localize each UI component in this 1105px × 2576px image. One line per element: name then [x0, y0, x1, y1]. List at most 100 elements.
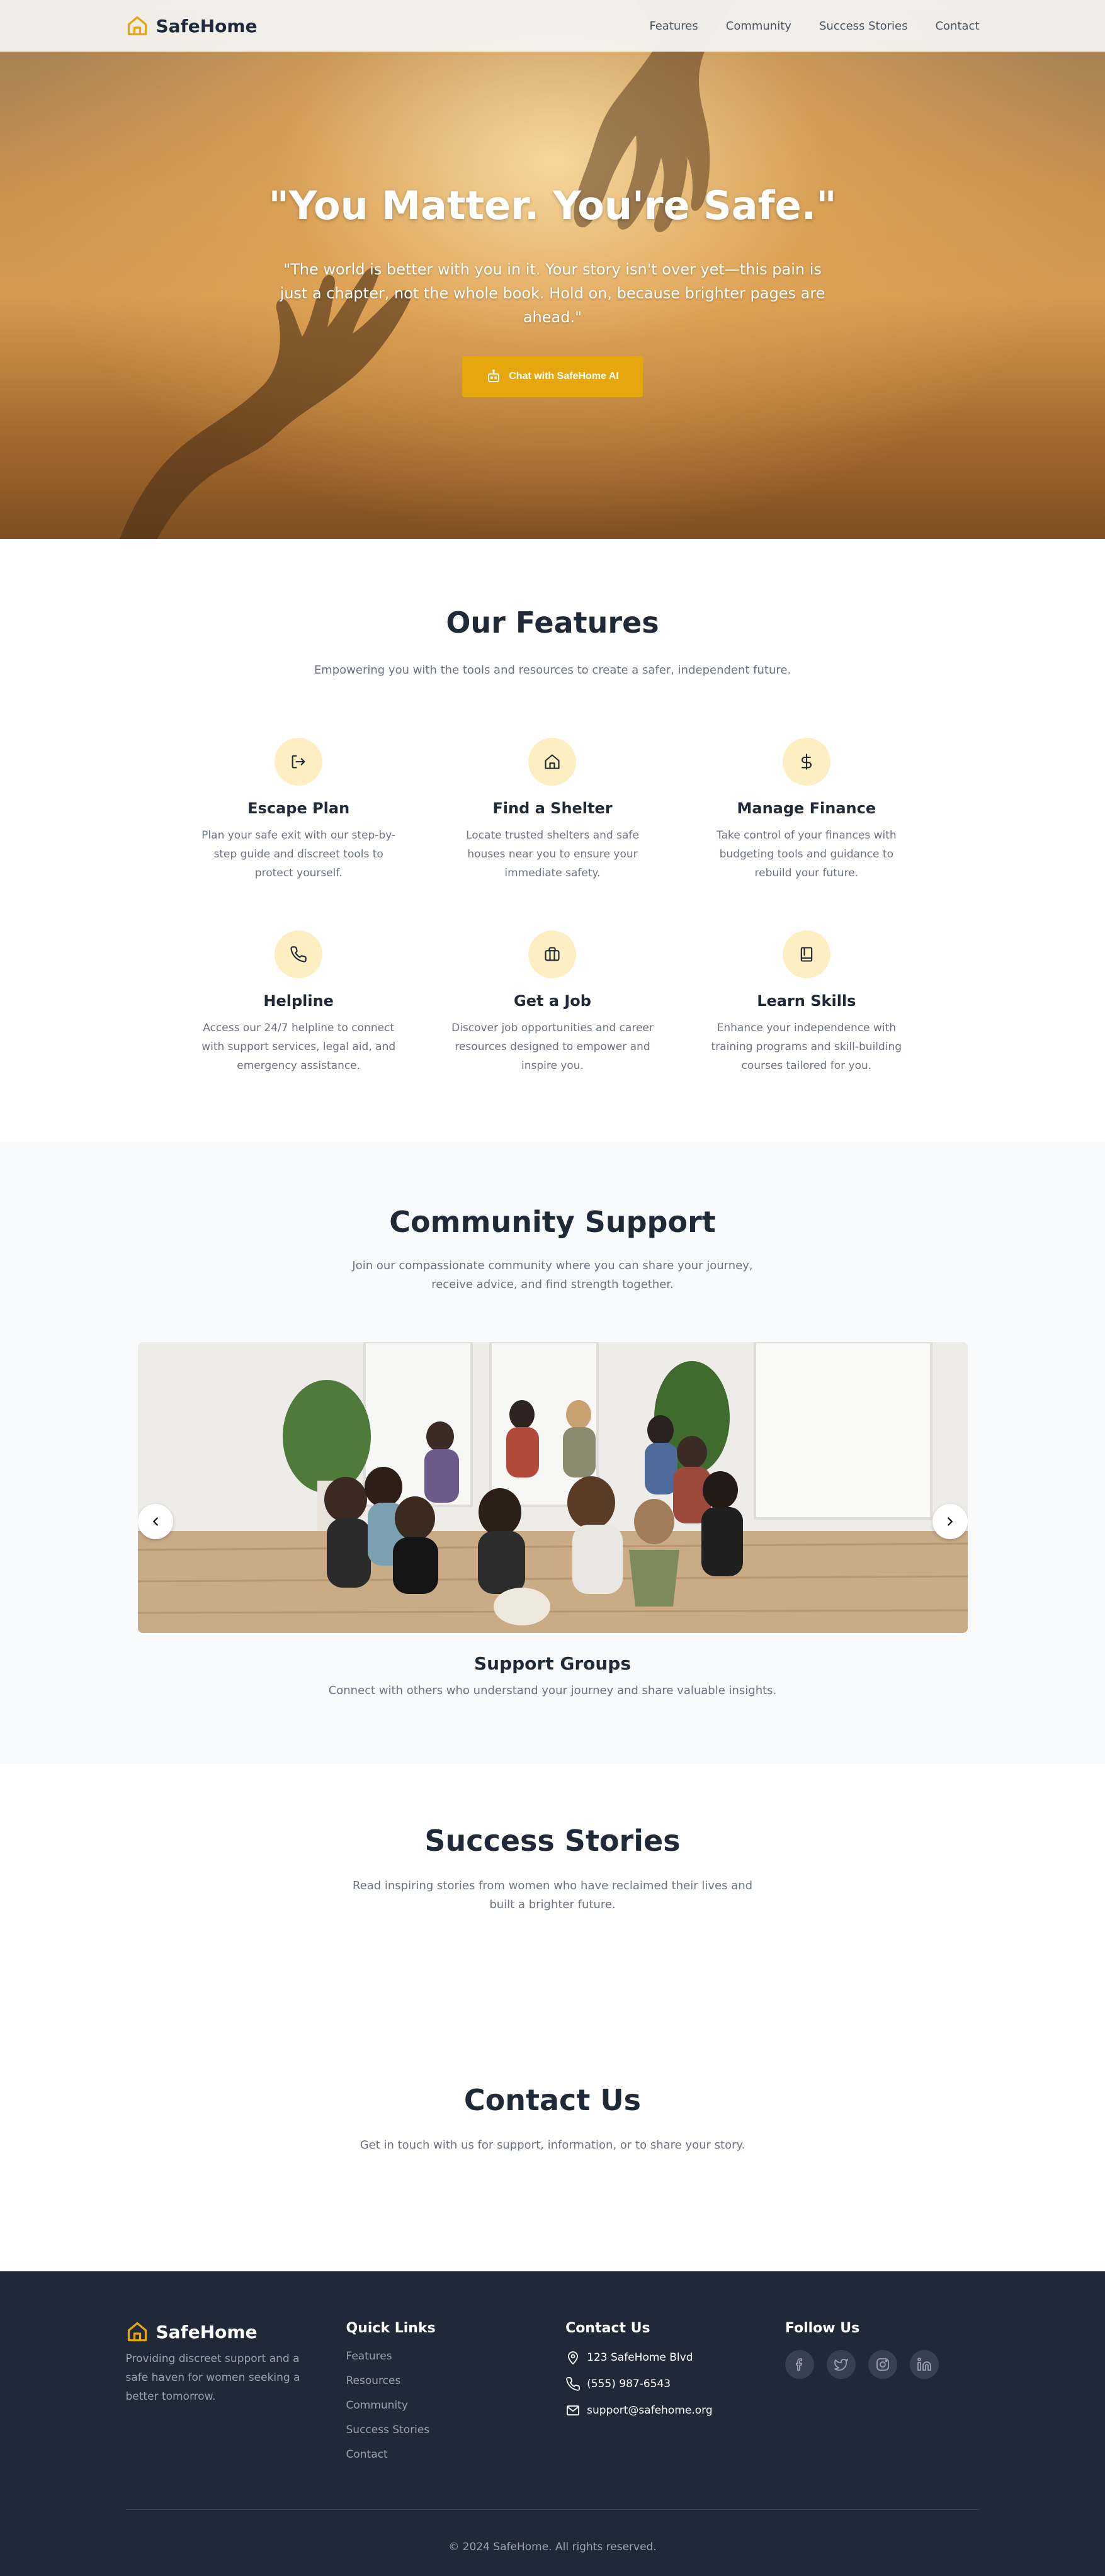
feature-desc: Enhance your independence with training …	[711, 1022, 902, 1072]
mail-icon	[567, 2405, 580, 2415]
email-text: support@safehome.org	[587, 2404, 713, 2417]
facebook-link[interactable]	[785, 2350, 814, 2379]
success-stories-section: Success Stories Read inspiring stories f…	[0, 1763, 1105, 2024]
footer-contact-column: Contact Us 123 SafeHome Blvd (555) 987-6…	[565, 2320, 760, 2473]
features-subtitle: Empowering you with the tools and resour…	[314, 664, 791, 677]
nav-link-community[interactable]: Community	[726, 20, 791, 33]
footer-link-community[interactable]: Community	[346, 2399, 541, 2412]
nav-link-contact[interactable]: Contact	[935, 20, 979, 33]
footer-grid: SafeHome Providing discreet support and …	[126, 2271, 980, 2473]
community-section: Community Support Join our compassionate…	[0, 1142, 1105, 1763]
carousel-next-button[interactable]	[932, 1504, 968, 1539]
copyright-text: © 2024 SafeHome. All rights reserved.	[448, 2541, 657, 2553]
address-text: 123 SafeHome Blvd	[587, 2351, 693, 2364]
feature-title: Get a Job	[514, 992, 591, 1010]
linkedin-link[interactable]	[909, 2350, 939, 2379]
feature-title: Learn Skills	[757, 992, 856, 1010]
feature-card-escape-plan[interactable]: Escape Plan Plan your safe exit with our…	[172, 738, 426, 883]
feature-icon-circle	[782, 738, 830, 786]
features-grid: Escape Plan Plan your safe exit with our…	[172, 738, 934, 1075]
feature-card-find-shelter[interactable]: Find a Shelter Locate trusted shelters a…	[426, 738, 679, 883]
hero-section: "You Matter. You're Safe." "The world is…	[0, 0, 1105, 539]
house-icon	[545, 754, 560, 769]
contact-section: Contact Us Get in touch with us for supp…	[0, 2024, 1105, 2271]
quick-links-list: Features Resources Community Success Sto…	[346, 2350, 541, 2461]
bot-icon	[488, 370, 500, 382]
hero-content: "You Matter. You're Safe." "The world is…	[0, 183, 1105, 397]
phone-icon	[290, 946, 307, 963]
feature-card-helpline[interactable]: Helpline Access our 24/7 helpline to con…	[172, 930, 426, 1075]
house-icon	[127, 16, 147, 36]
footer-brand-name: SafeHome	[156, 2321, 258, 2342]
hero-subtitle: "The world is better with you in it. You…	[280, 261, 825, 326]
feature-desc: Locate trusted shelters and safe houses …	[466, 829, 639, 879]
footer-phone[interactable]: (555) 987-6543	[565, 2376, 760, 2392]
footer-email[interactable]: support@safehome.org	[565, 2403, 760, 2418]
chat-with-ai-button[interactable]: Chat with SafeHome AI	[462, 356, 643, 397]
dollar-icon	[801, 754, 812, 770]
top-navbar: SafeHome Features Community Success Stor…	[0, 0, 1105, 52]
feature-title: Manage Finance	[737, 799, 876, 817]
footer-quick-links-column: Quick Links Features Resources Community…	[346, 2320, 541, 2473]
feature-desc: Access our 24/7 helpline to connect with…	[201, 1022, 396, 1072]
chat-button-label: Chat with SafeHome AI	[509, 371, 619, 381]
footer-brand-logo[interactable]: SafeHome	[126, 2320, 321, 2343]
chevron-left-icon	[152, 1517, 158, 1526]
feature-card-manage-finance[interactable]: Manage Finance Take control of your fina…	[679, 738, 933, 883]
stories-subtitle: Read inspiring stories from women who ha…	[352, 1879, 753, 1911]
feature-icon-circle	[528, 738, 577, 786]
phone-icon	[566, 2377, 581, 2391]
feature-card-learn-skills[interactable]: Learn Skills Enhance your independence w…	[679, 930, 933, 1075]
twitter-icon	[834, 2359, 848, 2371]
nav-links: Features Community Success Stories Conta…	[649, 20, 979, 33]
stories-title: Success Stories	[424, 1824, 681, 1858]
social-links	[785, 2350, 980, 2379]
feature-card-get-job[interactable]: Get a Job Discover job opportunities and…	[426, 930, 679, 1075]
contact-heading: Contact Us	[565, 2320, 650, 2336]
quick-links-heading: Quick Links	[346, 2320, 436, 2336]
carousel-prev-button[interactable]	[137, 1504, 173, 1539]
community-subtitle: Join our compassionate community where y…	[352, 1259, 753, 1291]
footer-brand-column: SafeHome Providing discreet support and …	[126, 2320, 321, 2473]
feature-title: Escape Plan	[247, 799, 350, 817]
book-icon	[800, 947, 813, 962]
feature-icon-circle	[528, 930, 577, 978]
contact-subtitle: Get in touch with us for support, inform…	[360, 2138, 745, 2152]
footer-follow-column: Follow Us	[785, 2320, 980, 2473]
footer-divider	[125, 2509, 979, 2510]
footer-address: 123 SafeHome Blvd	[565, 2350, 760, 2365]
instagram-link[interactable]	[868, 2350, 897, 2379]
slide-title: Support Groups	[473, 1653, 632, 1674]
map-pin-icon	[568, 2351, 579, 2364]
features-title: Our Features	[446, 606, 659, 640]
support-group-photo	[137, 1342, 968, 1633]
contact-title: Contact Us	[463, 2083, 642, 2117]
chevron-right-icon	[947, 1517, 953, 1526]
footer-description: Providing discreet support and a safe ha…	[125, 2353, 300, 2403]
footer-link-success-stories[interactable]: Success Stories	[346, 2424, 541, 2436]
feature-icon-circle	[782, 930, 830, 978]
brand-logo[interactable]: SafeHome	[126, 14, 258, 37]
briefcase-icon	[545, 947, 560, 961]
phone-text: (555) 987-6543	[587, 2378, 671, 2390]
brand-name: SafeHome	[156, 15, 258, 37]
facebook-icon	[795, 2358, 802, 2371]
community-carousel[interactable]	[137, 1342, 968, 1633]
site-footer: SafeHome Providing discreet support and …	[0, 2271, 1105, 2576]
twitter-link[interactable]	[826, 2350, 856, 2379]
hero-title: "You Matter. You're Safe."	[268, 183, 837, 229]
feature-desc: Discover job opportunities and career re…	[451, 1022, 654, 1072]
feature-title: Find a Shelter	[492, 799, 613, 817]
feature-desc: Take control of your finances with budge…	[717, 829, 897, 879]
navbar-inner: SafeHome Features Community Success Stor…	[126, 14, 980, 37]
footer-link-features[interactable]: Features	[346, 2350, 541, 2363]
feature-icon-circle	[275, 930, 323, 978]
slide-description: Connect with others who understand your …	[328, 1684, 777, 1697]
nav-link-success-stories[interactable]: Success Stories	[819, 20, 908, 33]
footer-link-resources[interactable]: Resources	[346, 2375, 541, 2387]
community-title: Community Support	[389, 1205, 716, 1239]
features-section: Our Features Empowering you with the too…	[0, 539, 1105, 1142]
nav-link-features[interactable]: Features	[649, 20, 698, 33]
footer-link-contact[interactable]: Contact	[346, 2448, 541, 2461]
linkedin-icon	[917, 2358, 931, 2371]
